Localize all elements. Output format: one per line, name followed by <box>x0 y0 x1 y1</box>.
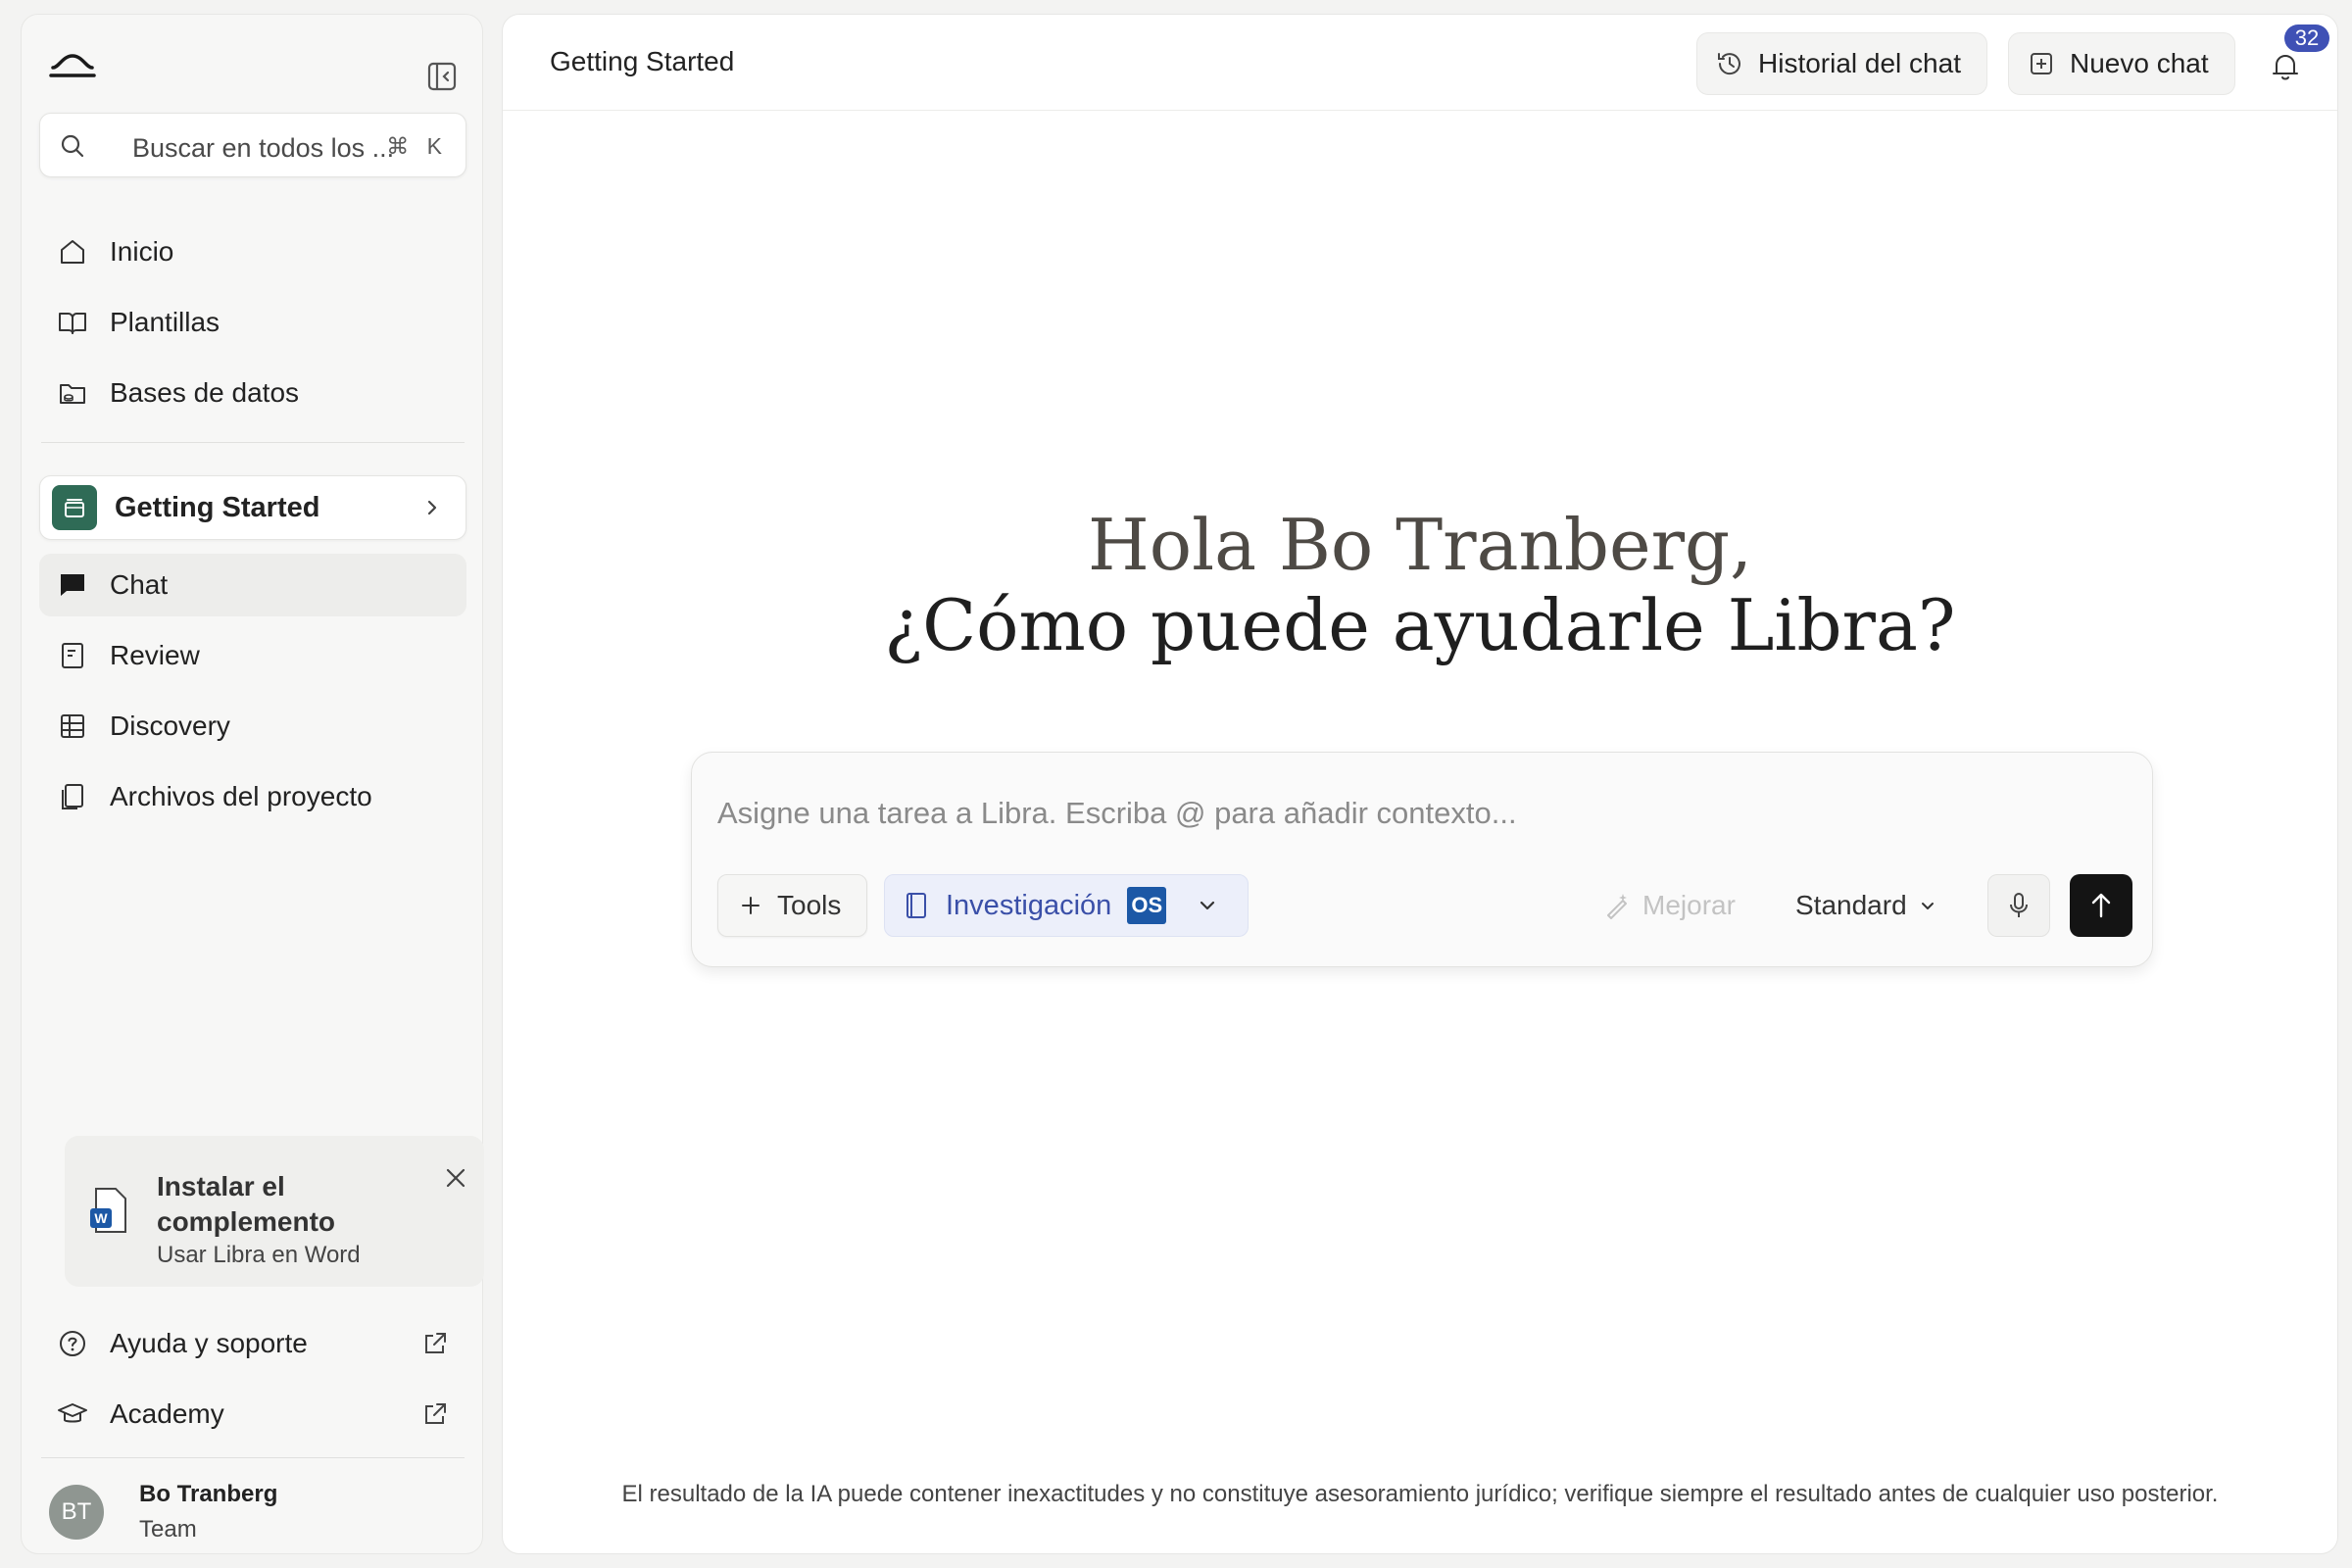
chevron-right-icon <box>427 500 437 515</box>
nav-item-label: Chat <box>110 569 169 600</box>
chevron-down-icon <box>1200 901 1215 910</box>
new-chat-label: Nuevo chat <box>2070 48 2209 78</box>
prompt-composer[interactable]: Asigne una tarea a Libra. Escriba @ para… <box>691 752 2153 967</box>
source-badge: OS <box>1127 887 1167 924</box>
sidebar-divider <box>41 1457 465 1458</box>
nav-item-label: Academy <box>110 1398 224 1429</box>
graduation-cap-icon <box>58 1403 87 1423</box>
sidebar-divider <box>41 442 465 443</box>
addin-title: Instalar el complemento <box>157 1171 336 1237</box>
greeting-line-2: ¿Cómo puede ayudarle Libra? <box>884 584 1956 666</box>
svg-text:W: W <box>94 1210 108 1226</box>
nav-item-plantillas[interactable]: Plantillas <box>39 291 466 354</box>
research-mode-selector[interactable]: Investigación OS <box>884 874 1249 937</box>
close-icon[interactable] <box>443 1165 468 1191</box>
ai-disclaimer: El resultado de la IA puede contener ine… <box>621 1481 2219 1507</box>
nav-item-label: Bases de datos <box>110 377 300 408</box>
chat-history-button[interactable]: Historial del chat <box>1696 32 1987 95</box>
nav-item-label: Review <box>110 640 200 670</box>
nav-item-label: Plantillas <box>110 307 220 337</box>
help-circle-icon <box>60 1331 85 1356</box>
home-icon <box>61 240 84 264</box>
bell-icon[interactable] <box>2269 50 2302 83</box>
book-icon <box>59 313 86 334</box>
microphone-icon <box>2010 893 2028 917</box>
nav-item-academy[interactable]: Academy <box>39 1383 466 1446</box>
search-icon <box>61 134 84 158</box>
plus-icon <box>742 897 760 914</box>
nav-item-review[interactable]: Review <box>39 624 466 687</box>
avatar: BT <box>49 1485 104 1540</box>
search-placeholder: Buscar en todos los ... <box>132 133 395 163</box>
book-icon <box>906 893 926 918</box>
project-selector[interactable]: Getting Started <box>39 475 466 540</box>
libra-logo-icon[interactable] <box>47 46 98 89</box>
search-shortcut: ⌘ K <box>386 133 448 159</box>
project-box-icon <box>52 485 97 530</box>
nav-item-label: Ayuda y soporte <box>110 1328 308 1358</box>
topbar: Getting Started Historial del chat Nuevo… <box>503 15 2337 111</box>
new-chat-icon <box>2031 53 2052 74</box>
user-role: Team <box>139 1516 197 1543</box>
greeting: Hola Bo Tranberg, ¿Cómo puede ayudarle L… <box>503 505 2337 665</box>
external-link-icon <box>425 1333 446 1353</box>
global-search-input[interactable]: Buscar en todos los ... ⌘ K <box>39 113 466 177</box>
nav-item-label: Discovery <box>110 710 230 741</box>
external-link-icon <box>425 1403 446 1424</box>
arrow-up-icon <box>2091 893 2111 918</box>
research-label: Investigación <box>946 889 1112 921</box>
chat-bubble-icon <box>61 574 84 596</box>
table-grid-icon <box>61 714 84 738</box>
magic-wand-icon <box>1607 894 1627 919</box>
page-title: Getting Started <box>550 46 735 76</box>
improve-label: Mejorar <box>1642 890 1736 920</box>
user-name: Bo Tranberg <box>139 1481 278 1507</box>
user-profile[interactable]: BT Bo Tranberg Team <box>39 1473 466 1547</box>
tools-button[interactable]: Tools <box>717 874 868 937</box>
nav-item-label: Archivos del proyecto <box>110 781 372 811</box>
improve-prompt-button[interactable]: Mejorar <box>1593 874 1745 937</box>
chevron-down-icon <box>1921 903 1934 909</box>
nav-item-bases-de-datos[interactable]: Bases de datos <box>39 362 466 424</box>
send-button[interactable] <box>2070 874 2132 937</box>
nav-item-chat[interactable]: Chat <box>39 554 466 616</box>
install-addin-card[interactable]: W Instalar el complemento Usar Libra en … <box>65 1136 484 1287</box>
sidebar: Buscar en todos los ... ⌘ K Inicio Plant… <box>21 14 484 1554</box>
database-folder-icon <box>60 384 85 404</box>
sidebar-collapse-icon[interactable] <box>421 56 463 97</box>
project-name: Getting Started <box>115 491 320 523</box>
model-mode-dropdown[interactable]: Standard <box>1786 874 1946 937</box>
addin-subtitle: Usar Libra en Word <box>157 1242 361 1268</box>
prompt-input[interactable]: Asigne una tarea a Libra. Escriba @ para… <box>717 796 1517 831</box>
files-icon <box>62 784 83 809</box>
nav-item-inicio[interactable]: Inicio <box>39 220 466 283</box>
tools-label: Tools <box>777 890 842 920</box>
review-document-icon <box>62 643 83 668</box>
main-panel: Getting Started Historial del chat Nuevo… <box>502 14 2338 1554</box>
model-mode-label: Standard <box>1795 890 1907 920</box>
nav-item-ayuda-y-soporte[interactable]: Ayuda y soporte <box>39 1312 466 1375</box>
nav-item-discovery[interactable]: Discovery <box>39 695 466 758</box>
new-chat-button[interactable]: Nuevo chat <box>2008 32 2235 95</box>
nav-item-archivos-del-proyecto[interactable]: Archivos del proyecto <box>39 765 466 828</box>
chat-history-label: Historial del chat <box>1758 48 1961 78</box>
nav-item-label: Inicio <box>110 236 174 267</box>
history-clock-icon <box>1718 53 1740 75</box>
voice-input-button[interactable] <box>1987 874 2050 937</box>
greeting-line-1: Hola Bo Tranberg, <box>1088 504 1752 586</box>
notification-badge: 32 <box>2284 24 2329 52</box>
word-document-icon: W <box>90 1188 126 1233</box>
